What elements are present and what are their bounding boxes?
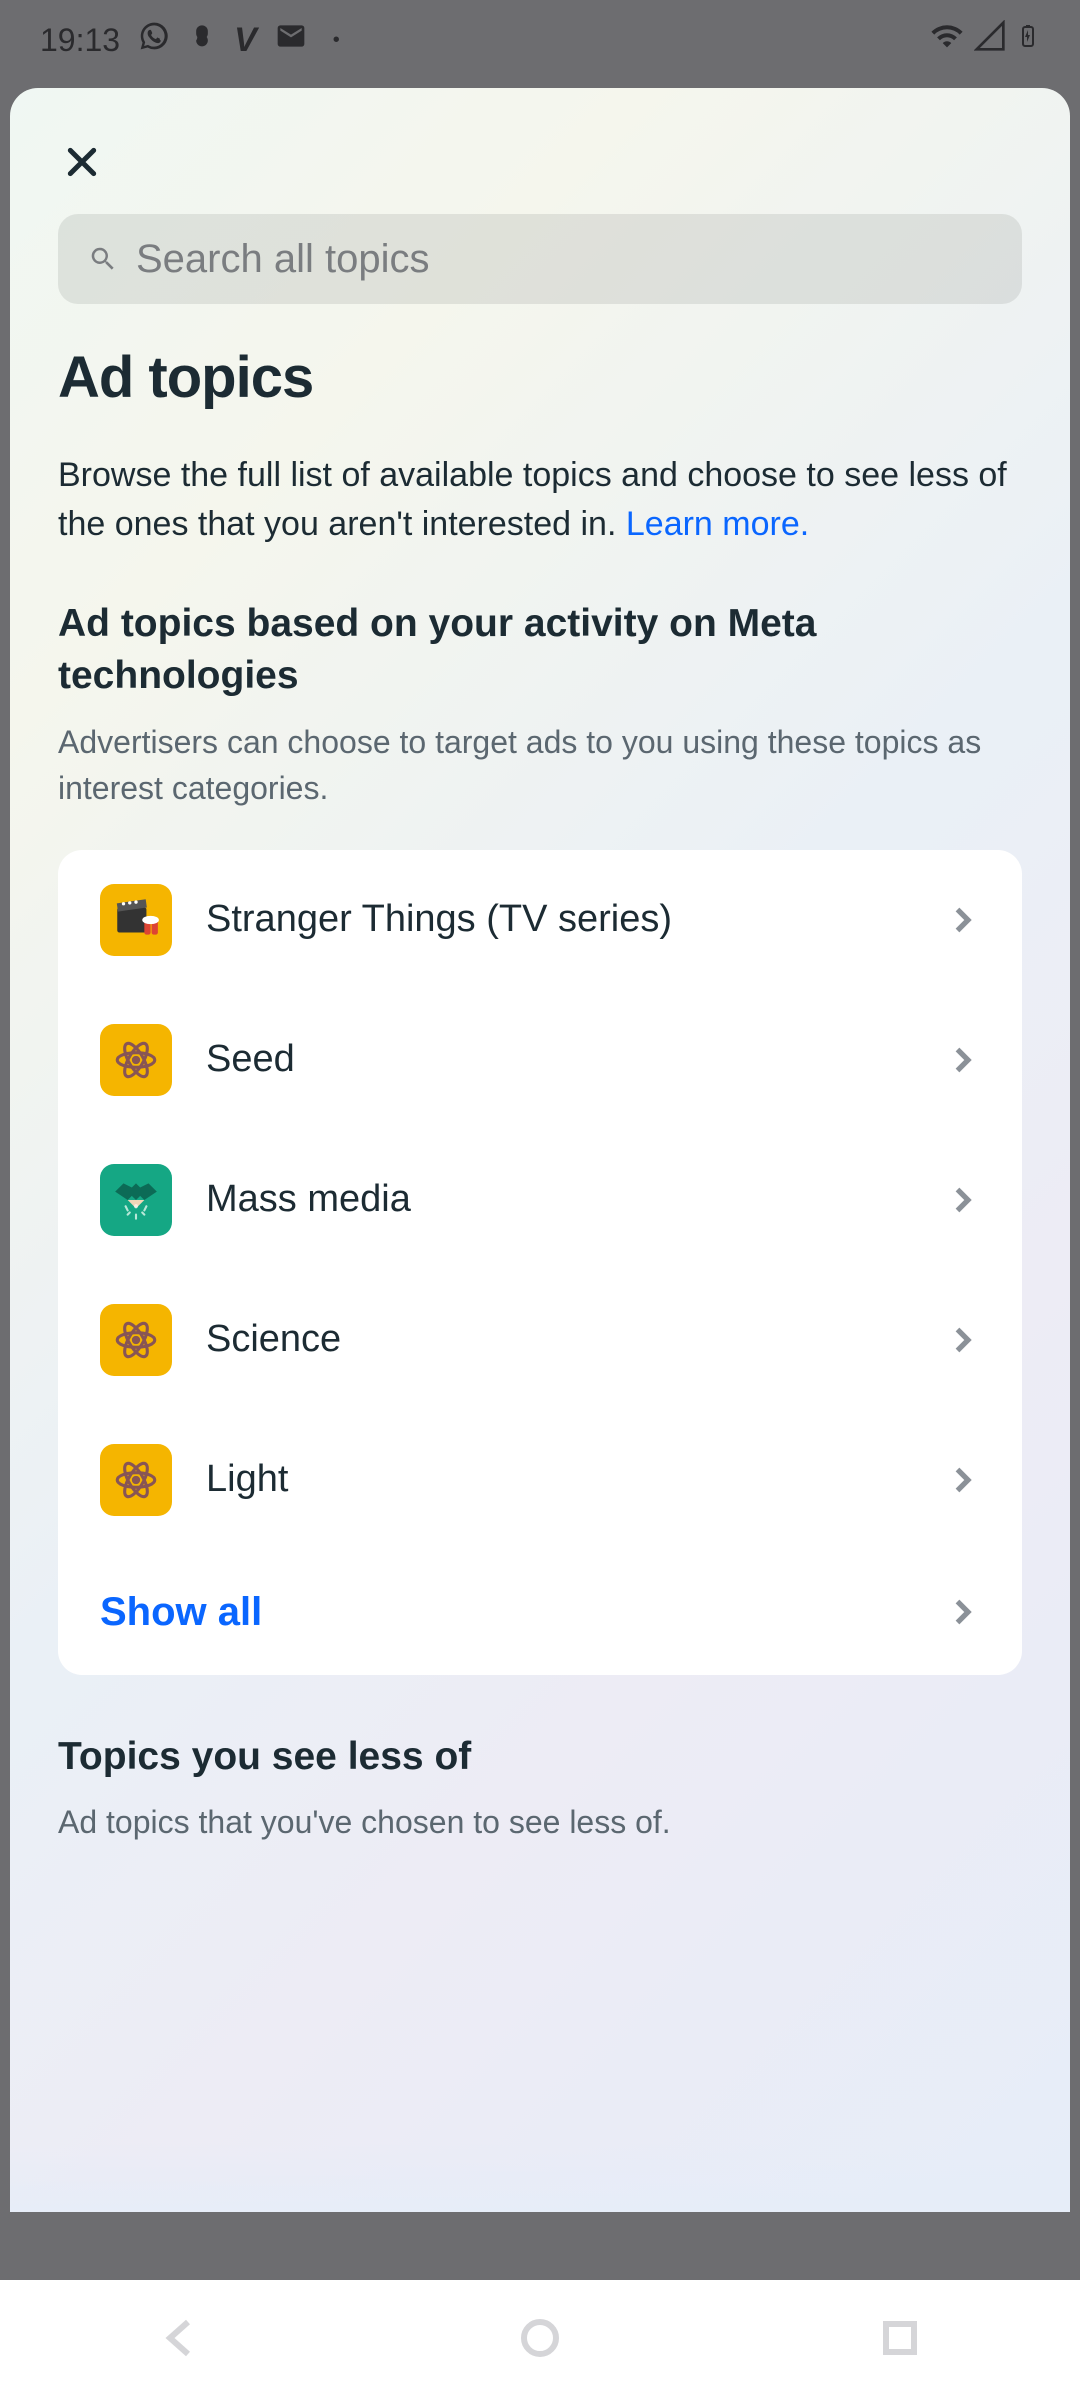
chevron-right-icon	[944, 1182, 980, 1218]
chevron-right-icon	[944, 1322, 980, 1358]
signal-icon	[974, 20, 1006, 60]
gmail-icon	[275, 20, 307, 60]
show-all-button[interactable]: Show all	[58, 1550, 1022, 1675]
search-icon	[88, 244, 118, 274]
search-input[interactable]: Search all topics	[58, 214, 1022, 304]
dot-icon: •	[333, 29, 340, 52]
system-nav-bar	[0, 2280, 1080, 2400]
topic-label: Seed	[206, 1038, 910, 1081]
topic-row-light[interactable]: Light	[58, 1410, 1022, 1550]
topic-label: Science	[206, 1318, 910, 1361]
atom-icon	[100, 1024, 172, 1096]
section-activity-heading: Ad topics based on your activity on Meta…	[58, 598, 1022, 703]
topic-row-stranger-things[interactable]: Stranger Things (TV series)	[58, 850, 1022, 990]
topic-row-mass-media[interactable]: Mass media	[58, 1130, 1022, 1270]
topic-label: Mass media	[206, 1178, 910, 1221]
wifi-icon	[930, 19, 964, 61]
atom-icon	[100, 1304, 172, 1376]
fade-overlay	[10, 2142, 1070, 2212]
chevron-right-icon	[944, 1462, 980, 1498]
topic-row-science[interactable]: Science	[58, 1270, 1022, 1410]
topic-row-seed[interactable]: Seed	[58, 990, 1022, 1130]
chevron-right-icon	[944, 1042, 980, 1078]
close-button[interactable]	[58, 138, 106, 186]
page-description: Browse the full list of available topics…	[58, 451, 1022, 550]
learn-more-link[interactable]: Learn more.	[626, 505, 809, 543]
app-icon-v: V	[234, 21, 257, 60]
app-icon	[188, 22, 216, 59]
section-activity-sub: Advertisers can choose to target ads to …	[58, 719, 1022, 812]
topic-label: Stranger Things (TV series)	[206, 898, 910, 941]
film-icon	[100, 884, 172, 956]
chevron-right-icon	[944, 1594, 980, 1630]
page-title: Ad topics	[58, 344, 1022, 411]
topic-label: Light	[206, 1458, 910, 1501]
show-all-label: Show all	[100, 1590, 944, 1635]
chevron-right-icon	[944, 902, 980, 938]
handshake-icon	[100, 1164, 172, 1236]
whatsapp-icon	[138, 20, 170, 60]
status-time: 19:13	[40, 22, 120, 59]
nav-recent-button[interactable]	[876, 2314, 924, 2367]
topics-card: Stranger Things (TV series) Seed Mass me…	[58, 850, 1022, 1675]
status-bar: 19:13 V •	[0, 0, 1080, 80]
search-placeholder: Search all topics	[136, 237, 429, 282]
ad-topics-modal: Search all topics Ad topics Browse the f…	[10, 88, 1070, 2212]
close-icon	[62, 142, 102, 182]
section-less-sub: Ad topics that you've chosen to see less…	[58, 1799, 1022, 1845]
atom-icon	[100, 1444, 172, 1516]
nav-back-button[interactable]	[156, 2314, 204, 2367]
nav-home-button[interactable]	[516, 2314, 564, 2367]
section-less-heading: Topics you see less of	[58, 1731, 1022, 1784]
battery-icon	[1016, 19, 1040, 61]
